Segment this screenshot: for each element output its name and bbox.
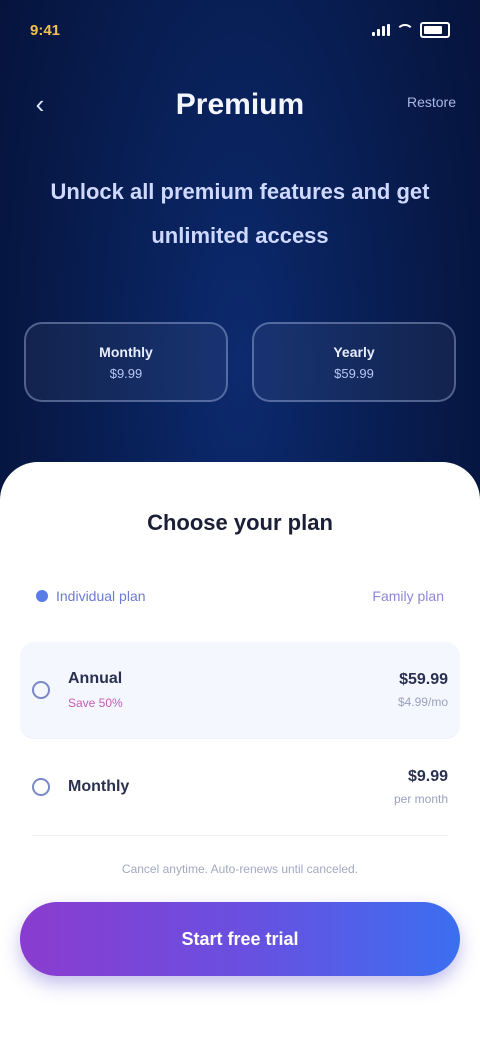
plan-options: Annual Save 50% $59.99 $4.99/mo Monthly [20,642,460,836]
plan-price: $9.99 [109,365,143,381]
option-label: Monthly [68,778,130,795]
tab-label: Individual plan [56,588,146,604]
header: ‹ Premium Restore [0,80,480,130]
status-icons [372,22,450,38]
paywall-screen: 9:41 ‹ Premium Restore Unlock all premiu… [0,0,480,1040]
footnote: Cancel anytime. Auto-renews until cancel… [121,862,359,876]
radio-icon[interactable] [32,681,50,699]
start-trial-button[interactable]: Start free trial [20,902,460,976]
plan-card-yearly[interactable]: Yearly $59.99 [252,322,456,402]
wifi-icon [396,24,414,36]
battery-icon [420,22,450,38]
option-badge: Save 50% [68,696,123,710]
row-right: $59.99 $4.99/mo [398,671,448,709]
radio-icon[interactable] [32,778,50,796]
option-note: $4.99/mo [397,695,448,709]
tab-individual[interactable]: Individual plan [36,588,146,604]
plan-name: Monthly [99,343,153,360]
plan-tabs: Individual plan Family plan [36,580,444,612]
row-texts: Annual Save 50% [68,670,123,710]
plan-option-monthly[interactable]: Monthly $9.99 per month [32,739,448,836]
option-label: Annual [68,670,123,687]
tab-label: Family plan [372,588,444,604]
row-left: Annual Save 50% [32,670,123,710]
option-note: per month [393,792,448,806]
row-texts: Monthly [68,778,129,796]
plan-option-annual[interactable]: Annual Save 50% $59.99 $4.99/mo [20,642,460,739]
option-price: $59.99 [399,671,448,688]
sheet-title: Choose your plan [147,510,333,535]
status-bar: 9:41 [30,18,450,42]
dot-icon [36,590,48,602]
plan-card-monthly[interactable]: Monthly $9.99 [24,322,228,402]
row-right: $9.99 per month [394,768,448,806]
plan-sheet: Choose your plan Individual plan Family … [0,462,480,1040]
plan-price: $59.99 [334,365,374,381]
status-time: 9:41 [30,21,61,39]
option-price: $9.99 [407,768,448,785]
plan-cards: Monthly $9.99 Yearly $59.99 [24,322,456,402]
tab-family[interactable]: Family plan [372,588,444,604]
headline: Unlock all premium features and get unli… [50,179,430,248]
restore-link[interactable]: Restore [407,94,456,110]
signal-icon [372,24,390,36]
plan-name: Yearly [333,343,375,360]
row-left: Monthly [32,778,129,796]
